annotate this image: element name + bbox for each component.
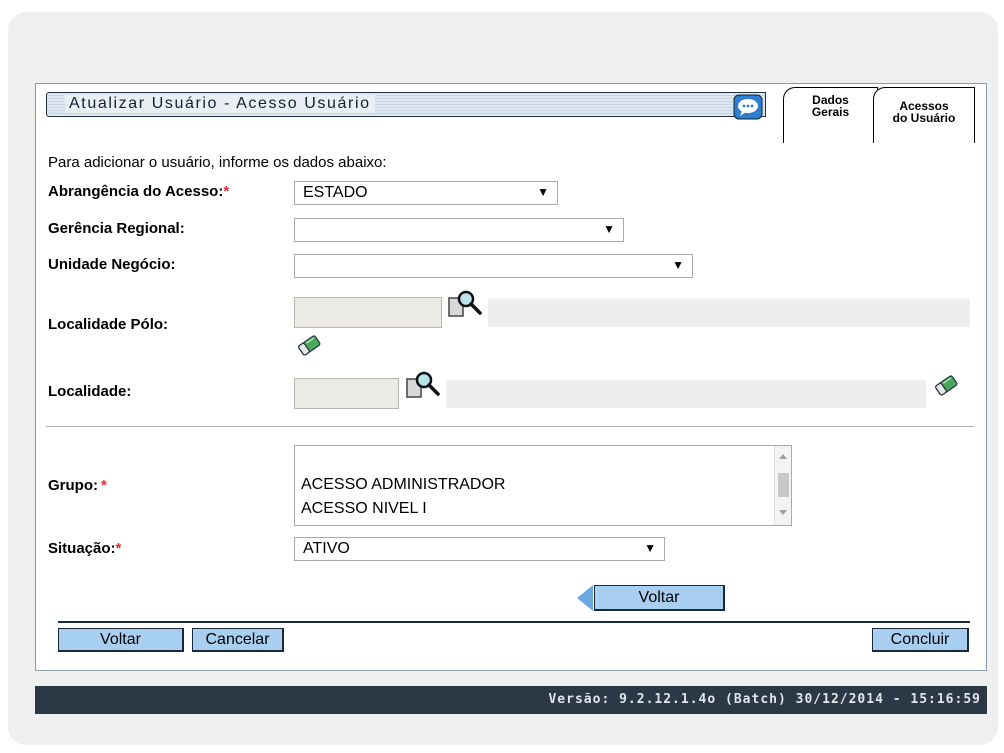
title-bar: Atualizar Usuário - Acesso Usuário: [46, 92, 766, 117]
back-arrow-icon[interactable]: [577, 585, 593, 611]
tab-acessos-usuario[interactable]: Acessos do Usuário: [873, 87, 975, 143]
localidade-description: [446, 380, 926, 408]
situacao-label-text: Situação:: [48, 540, 116, 557]
unidade-select[interactable]: ▼: [294, 254, 693, 278]
back-button[interactable]: Voltar: [58, 628, 184, 652]
required-marker: *: [115, 540, 122, 557]
situacao-value: ATIVO: [303, 540, 350, 557]
unidade-label: Unidade Negócio:: [48, 256, 176, 273]
inner-back-button[interactable]: Voltar: [594, 585, 725, 611]
scroll-thumb[interactable]: [778, 473, 789, 497]
chat-bubble-icon[interactable]: [733, 94, 763, 120]
dropdown-arrow-icon: ▼: [537, 185, 549, 199]
abrangencia-value: ESTADO: [303, 184, 368, 201]
instruction-text: Para adicionar o usuário, informe os dad…: [48, 154, 387, 171]
abrangencia-select[interactable]: ESTADO ▼: [294, 181, 558, 205]
eraser-icon[interactable]: [296, 332, 322, 358]
version-text: Versão: 9.2.12.1.4o (Batch) 30/12/2014 -…: [548, 692, 981, 707]
scroll-up-icon[interactable]: [779, 454, 787, 459]
dropdown-arrow-icon: ▼: [672, 258, 684, 272]
dropdown-arrow-icon: ▼: [603, 222, 615, 236]
listbox-scrollbar[interactable]: [774, 446, 791, 525]
tab-dados-gerais-line2: Gerais: [811, 105, 850, 119]
tab-dados-gerais[interactable]: Dados Gerais: [783, 87, 878, 143]
version-bar: Versão: 9.2.12.1.4o (Batch) 30/12/2014 -…: [35, 686, 987, 714]
page-title: Atualizar Usuário - Acesso Usuário: [65, 95, 375, 113]
finish-button[interactable]: Concluir: [872, 628, 969, 652]
dropdown-arrow-icon: ▼: [644, 541, 656, 555]
localidade-polo-input[interactable]: [294, 297, 442, 328]
eraser-icon[interactable]: [933, 372, 959, 398]
gerencia-label: Gerência Regional:: [48, 220, 185, 237]
cancel-button[interactable]: Cancelar: [192, 628, 284, 652]
abrangencia-label-text: Abrangência do Acesso:: [48, 183, 224, 200]
magnifier-icon[interactable]: [404, 370, 440, 402]
grupo-option[interactable]: ACESSO NIVEL I: [301, 500, 427, 518]
grupo-listbox[interactable]: ACESSO ADMINISTRADOR ACESSO NIVEL I: [294, 445, 792, 526]
required-marker: *: [223, 183, 230, 200]
localidade-label: Localidade:: [48, 383, 132, 400]
tab-acessos-usuario-line1: Acessos: [899, 99, 949, 113]
tab-dados-gerais-line1: Dados: [812, 93, 849, 107]
required-marker: *: [101, 477, 107, 494]
tab-acessos-usuario-line2: do Usuário: [892, 111, 956, 125]
section-divider: [46, 426, 974, 427]
grupo-label: Grupo: *: [48, 477, 107, 494]
scroll-down-icon[interactable]: [779, 510, 787, 515]
grupo-option[interactable]: ACESSO ADMINISTRADOR: [301, 476, 505, 494]
situacao-select[interactable]: ATIVO ▼: [294, 537, 665, 561]
form-panel: [35, 83, 987, 671]
grupo-label-text: Grupo:: [48, 477, 98, 494]
situacao-label: Situação:*: [48, 540, 121, 557]
magnifier-icon[interactable]: [446, 289, 482, 321]
abrangencia-label: Abrangência do Acesso:*: [48, 183, 229, 200]
localidade-input[interactable]: [294, 378, 399, 409]
localidade-polo-description: [488, 299, 970, 327]
gerencia-select[interactable]: ▼: [294, 218, 624, 242]
footer-divider: [58, 621, 970, 623]
localidade-polo-label: Localidade Pólo:: [48, 316, 169, 333]
